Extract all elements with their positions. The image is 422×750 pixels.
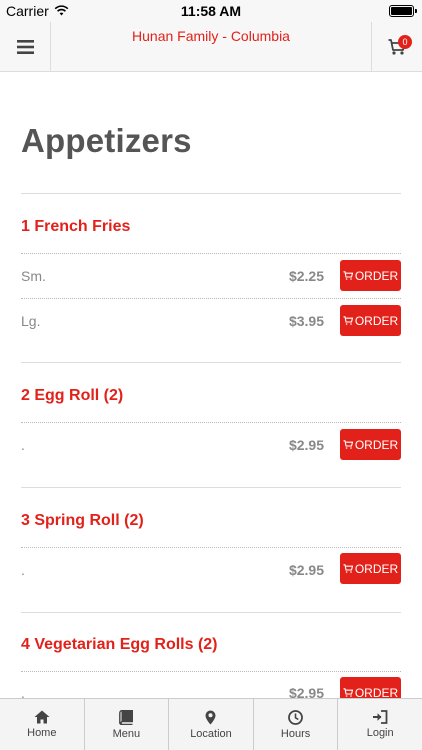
item-title[interactable]: 2 Egg Roll (2): [21, 387, 123, 405]
tab-label: Menu: [112, 727, 141, 740]
cart-icon: [343, 688, 353, 697]
order-button[interactable]: ORDER: [340, 305, 401, 336]
dotted-divider: [21, 298, 401, 299]
option-price: $2.25: [288, 268, 324, 284]
cart-icon: [343, 564, 353, 573]
cart-icon: [343, 271, 353, 280]
menu-content[interactable]: Appetizers 1 French Fries Sm. $2.25 ORDE…: [0, 72, 422, 698]
hamburger-icon: [16, 39, 34, 54]
bottom-tab-bar: Home Menu Location Hours Login: [0, 698, 422, 750]
item-title[interactable]: 3 Spring Roll (2): [21, 512, 144, 530]
tab-label: Hours: [280, 727, 311, 740]
dotted-divider: [21, 253, 401, 254]
section-title: Appetizers: [21, 122, 192, 159]
book-icon: [119, 709, 134, 725]
tab-label: Location: [190, 727, 232, 740]
option-size: .: [21, 685, 25, 698]
map-pin-icon: [205, 710, 216, 724]
tab-label: Login: [366, 727, 394, 739]
option-size: Lg.: [21, 313, 41, 329]
status-time: 11:58 AM: [180, 3, 242, 19]
option-price: $2.95: [288, 562, 324, 578]
item-divider: [21, 612, 401, 613]
tab-hours[interactable]: Hours: [254, 699, 339, 750]
tab-home[interactable]: Home: [0, 699, 85, 750]
order-button-label: ORDER: [354, 268, 399, 283]
cart-count-badge: 0: [398, 35, 412, 49]
battery-icon: [389, 5, 417, 17]
dotted-divider: [21, 422, 401, 423]
order-button-label: ORDER: [354, 313, 399, 328]
cart-icon: [343, 440, 353, 449]
status-bar: Carrier 11:58 AM: [0, 0, 422, 22]
top-nav-bar: Hunan Family - Columbia 0: [0, 22, 422, 72]
order-button-label: ORDER: [354, 561, 399, 576]
hamburger-menu-button[interactable]: [0, 22, 51, 71]
item-divider: [21, 362, 401, 363]
option-size: Sm.: [21, 268, 46, 284]
cart-icon: [343, 316, 353, 325]
dotted-divider: [21, 671, 401, 672]
tab-menu[interactable]: Menu: [85, 699, 170, 750]
order-button[interactable]: ORDER: [340, 260, 401, 291]
clock-icon: [288, 709, 303, 725]
tab-location[interactable]: Location: [169, 699, 254, 750]
tab-label: Home: [27, 727, 57, 739]
restaurant-title: Hunan Family - Columbia: [132, 28, 290, 44]
item-title[interactable]: 4 Vegetarian Egg Rolls (2): [21, 636, 218, 654]
home-icon: [34, 710, 50, 724]
item-title[interactable]: 1 French Fries: [21, 218, 130, 236]
option-price: $2.95: [288, 685, 324, 698]
tab-login[interactable]: Login: [338, 699, 422, 750]
login-icon: [373, 710, 388, 724]
cart-button[interactable]: 0: [371, 22, 422, 71]
section-divider: [21, 193, 401, 194]
option-size: .: [21, 562, 25, 578]
order-button-label: ORDER: [354, 437, 399, 452]
order-button-label: ORDER: [354, 685, 399, 699]
order-button[interactable]: ORDER: [340, 429, 401, 460]
item-divider: [21, 487, 401, 488]
option-size: .: [21, 437, 25, 453]
order-button[interactable]: ORDER: [340, 553, 401, 584]
dotted-divider: [21, 547, 401, 548]
option-price: $2.95: [288, 437, 324, 453]
option-price: $3.95: [288, 313, 324, 329]
order-button[interactable]: ORDER: [340, 677, 401, 698]
